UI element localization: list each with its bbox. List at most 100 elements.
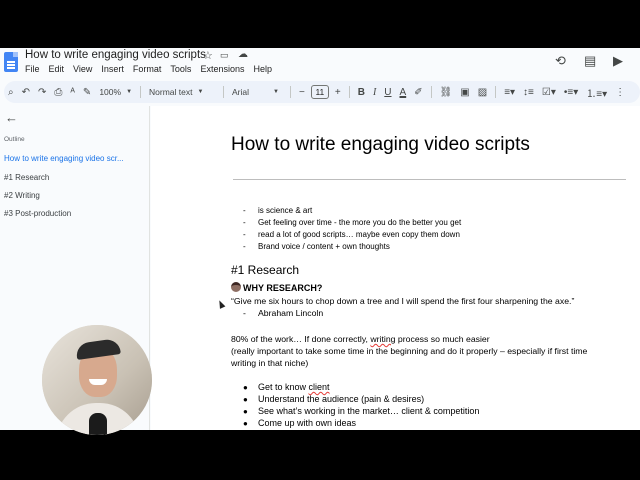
list-item: ● Understand the audience (pain & desires… bbox=[243, 394, 424, 404]
list-item: - Brand voice / content + own thoughts bbox=[243, 242, 390, 251]
chevron-down-icon: ▼ bbox=[197, 89, 204, 95]
list-item: - read a lot of good scripts… maybe even … bbox=[243, 230, 460, 239]
outline-item-title[interactable]: How to write engaging video scr... bbox=[4, 154, 144, 163]
quote-text: “Give me six hours to chop down a tree a… bbox=[231, 296, 575, 306]
spellcheck-icon[interactable]: ᴬ bbox=[70, 87, 75, 98]
document-page[interactable]: How to write engaging video scripts - is … bbox=[151, 106, 640, 430]
font-select[interactable]: Arial ▼ bbox=[232, 87, 282, 97]
chevron-down-icon: ▼ bbox=[126, 89, 133, 95]
zoom-select[interactable]: 100% ▼ bbox=[99, 87, 132, 97]
cloud-status-icon[interactable]: ☁ bbox=[238, 49, 248, 60]
align-icon[interactable]: ≡▾ bbox=[504, 87, 515, 98]
why-research-line: WHY RESEARCH? bbox=[231, 282, 322, 293]
list-item-text: read a lot of good scripts… maybe even c… bbox=[258, 230, 460, 239]
paragraph-style-select[interactable]: Normal text ▼ bbox=[149, 87, 215, 97]
document-heading: How to write engaging video scripts bbox=[231, 134, 530, 155]
version-history-icon[interactable]: ⟲ bbox=[555, 53, 566, 69]
section-heading-research: #1 Research bbox=[231, 263, 300, 277]
webcam-overlay bbox=[42, 325, 152, 435]
italic-icon[interactable]: I bbox=[373, 87, 376, 98]
document-title[interactable]: How to write engaging video scripts bbox=[25, 49, 206, 61]
dot-bullet-icon: ● bbox=[243, 407, 248, 416]
increase-font-size-button[interactable]: + bbox=[335, 87, 341, 98]
star-icon[interactable]: ☆ bbox=[203, 49, 213, 62]
decrease-font-size-button[interactable]: − bbox=[299, 87, 305, 98]
menu-view[interactable]: View bbox=[73, 64, 92, 74]
toolbar-divider bbox=[430, 86, 432, 98]
font-size-input[interactable]: 11 bbox=[310, 85, 329, 99]
back-arrow-icon[interactable]: ← bbox=[5, 110, 18, 125]
list-item-text: Get feeling over time - the more you do … bbox=[258, 218, 462, 227]
menu-format[interactable]: Format bbox=[133, 64, 162, 74]
menu-edit[interactable]: Edit bbox=[49, 64, 65, 74]
title-bar: How to write engaging video scripts ☆ ▭ … bbox=[0, 48, 640, 78]
spelling-flagged-word: client bbox=[308, 382, 330, 392]
font-value: Arial bbox=[232, 87, 250, 97]
underline-icon[interactable]: U bbox=[384, 87, 391, 98]
dash-bullet-icon: - bbox=[243, 308, 246, 318]
menu-bar: File Edit View Insert Format Tools Exten… bbox=[25, 64, 272, 74]
dot-bullet-icon: ● bbox=[243, 383, 248, 392]
why-research-label: WHY RESEARCH? bbox=[243, 283, 323, 293]
outline-item-research[interactable]: #1 Research bbox=[4, 173, 144, 182]
checklist-icon[interactable]: ☑▾ bbox=[542, 87, 556, 98]
list-item-text: Come up with own ideas bbox=[258, 418, 357, 428]
text-color-icon[interactable]: A bbox=[400, 87, 407, 98]
list-item-text: See what’s working in the market… client… bbox=[258, 406, 480, 416]
outline-item-post-production[interactable]: #3 Post-production bbox=[4, 209, 144, 218]
more-icon[interactable]: ⋮ bbox=[615, 87, 625, 98]
list-item-text: Understand the audience (pain & desires) bbox=[258, 394, 425, 404]
spelling-flagged-word: writing bbox=[370, 334, 396, 344]
menu-file[interactable]: File bbox=[25, 64, 40, 74]
meet-icon[interactable]: ▶ bbox=[613, 53, 623, 69]
paragraph-text: (really important to take some time in t… bbox=[231, 346, 588, 356]
list-item: ● See what’s working in the market… clien… bbox=[243, 406, 479, 416]
detective-emoji-icon bbox=[231, 282, 241, 292]
list-item: ● Get to know client bbox=[243, 382, 330, 392]
bold-icon[interactable]: B bbox=[358, 87, 365, 98]
dash-bullet-icon: - bbox=[243, 218, 246, 227]
screen: How to write engaging video scripts ☆ ▭ … bbox=[0, 0, 640, 480]
paint-format-icon[interactable]: ✎ bbox=[83, 87, 91, 98]
toolbar: ⌕ ↶ ↷ ⎙ ᴬ ✎ 100% ▼ Normal text ▼ Arial ▼ − … bbox=[4, 81, 640, 103]
list-item: ● Come up with own ideas bbox=[243, 418, 356, 428]
dash-bullet-icon: - bbox=[243, 242, 246, 251]
menu-tools[interactable]: Tools bbox=[170, 64, 191, 74]
highlight-icon[interactable]: ✐ bbox=[414, 87, 422, 98]
add-comment-icon[interactable]: ▣ bbox=[460, 87, 469, 98]
toolbar-divider bbox=[223, 86, 225, 98]
menu-help[interactable]: Help bbox=[253, 64, 272, 74]
dash-bullet-icon: - bbox=[243, 230, 246, 239]
comments-icon[interactable]: ▤ bbox=[584, 53, 596, 69]
numbered-list-icon[interactable]: ⒈≡▾ bbox=[586, 85, 607, 100]
toolbar-divider bbox=[140, 86, 142, 98]
menu-extensions[interactable]: Extensions bbox=[200, 64, 244, 74]
move-folder-icon[interactable]: ▭ bbox=[220, 50, 229, 61]
insert-link-icon[interactable]: ⛓ bbox=[440, 87, 453, 98]
list-item-text: is science & art bbox=[258, 206, 313, 215]
undo-icon[interactable]: ↶ bbox=[22, 87, 30, 98]
docs-logo-icon[interactable] bbox=[4, 52, 18, 72]
paragraph-80-percent: 80% of the work… If done correctly, writ… bbox=[231, 334, 490, 344]
list-item: - Get feeling over time - the more you do… bbox=[243, 218, 461, 227]
microphone-icon bbox=[89, 413, 107, 435]
dot-bullet-icon: ● bbox=[243, 419, 248, 428]
list-item: - is science & art bbox=[243, 206, 312, 215]
menu-insert[interactable]: Insert bbox=[101, 64, 124, 74]
dot-bullet-icon: ● bbox=[243, 395, 248, 404]
quote-author-text: Abraham Lincoln bbox=[258, 308, 324, 318]
paragraph-style-value: Normal text bbox=[149, 87, 193, 97]
list-item-text: Get to know bbox=[258, 382, 309, 392]
insert-image-icon[interactable]: ▨ bbox=[478, 87, 487, 98]
bulleted-list-icon[interactable]: •≡▾ bbox=[564, 87, 578, 98]
print-icon[interactable]: ⎙ bbox=[54, 87, 62, 98]
zoom-value: 100% bbox=[99, 87, 122, 97]
line-spacing-icon[interactable]: ↕≡ bbox=[523, 87, 534, 98]
dash-bullet-icon: - bbox=[243, 206, 246, 215]
search-menus-icon[interactable]: ⌕ bbox=[8, 87, 14, 98]
redo-icon[interactable]: ↷ bbox=[38, 87, 46, 98]
quote-author: - Abraham Lincoln bbox=[243, 308, 323, 318]
chevron-down-icon: ▼ bbox=[273, 89, 279, 95]
outline-item-writing[interactable]: #2 Writing bbox=[4, 191, 144, 200]
paragraph-text: 80% of the work… If done correctly, bbox=[231, 334, 371, 344]
